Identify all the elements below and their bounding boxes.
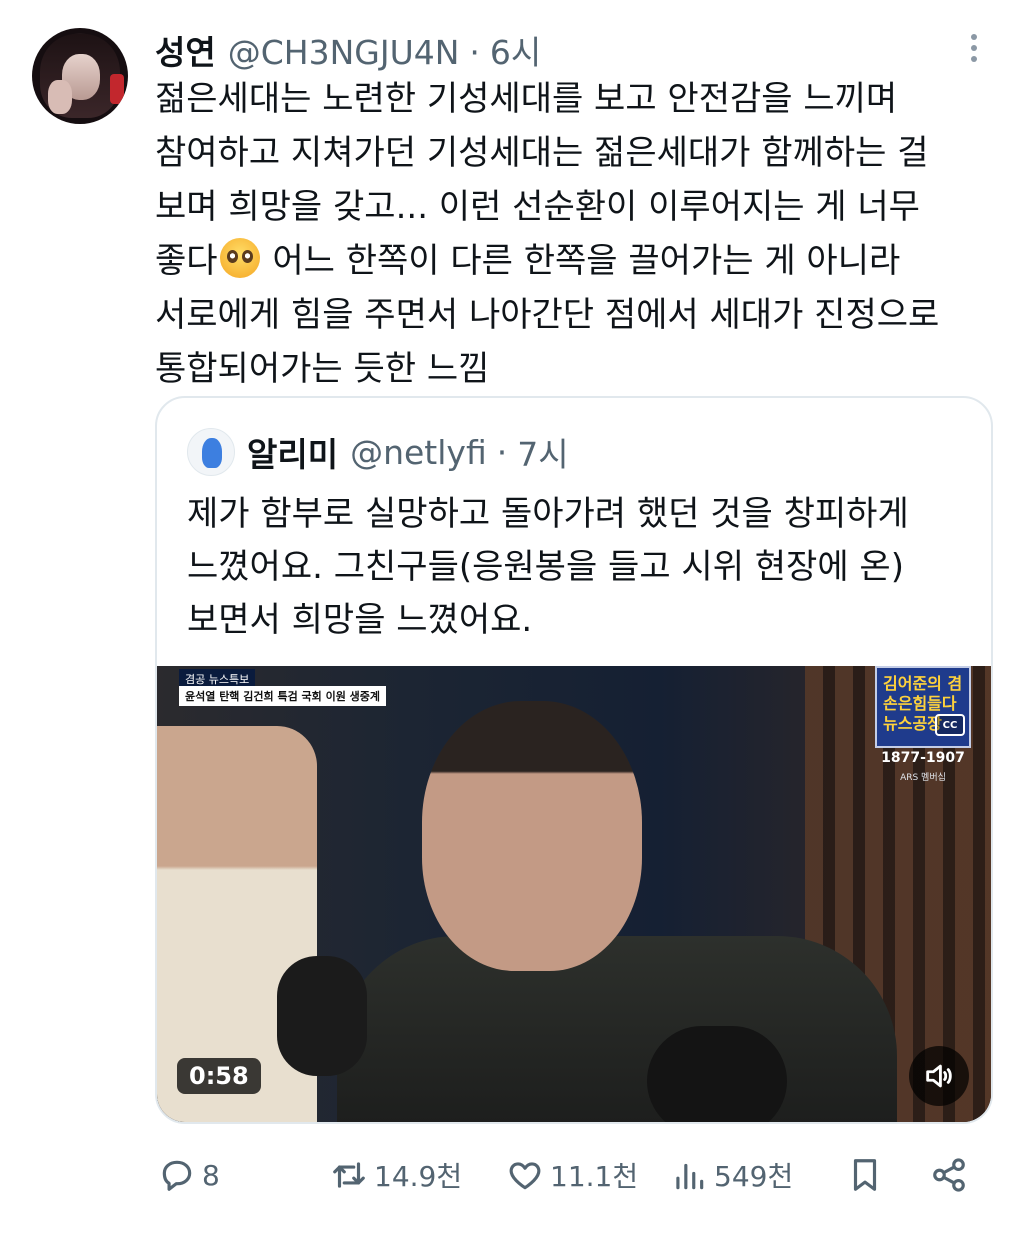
quoted-author-handle: @netlyfi bbox=[350, 432, 487, 472]
quoted-author-avatar bbox=[187, 428, 235, 476]
more-options-icon[interactable] bbox=[962, 30, 986, 66]
broadcast-subtitle: 윤석열 탄핵 김건희 특검 국회 이원 생중계 bbox=[179, 686, 387, 706]
more-dot bbox=[971, 45, 977, 51]
tweet-header: 성연 @CH3NGJU4N · 6시 bbox=[155, 26, 541, 72]
avatar-accent bbox=[110, 74, 124, 104]
pleading-face-emoji-icon bbox=[219, 238, 260, 278]
tweet-text-line-with-emoji: 좋다 어느 한쪽이 다른 한쪽을 끌어가는 게 아니라 bbox=[155, 234, 1005, 288]
video-player[interactable]: 겸공 뉴스특보 윤석열 탄핵 김건희 특검 국회 이원 생중계 김어준의 겸손은… bbox=[157, 666, 991, 1122]
tweet-text-fragment: 좋다 bbox=[155, 241, 218, 281]
like-count: 11.1천 bbox=[550, 1160, 639, 1193]
like-button[interactable]: 11.1천 bbox=[506, 1150, 638, 1200]
reply-icon bbox=[162, 1160, 192, 1191]
views-count: 549천 bbox=[714, 1160, 794, 1193]
quoted-author-display-name: 알리미 bbox=[247, 435, 339, 474]
avatar-hand bbox=[48, 80, 72, 114]
volume-button[interactable] bbox=[909, 1046, 969, 1106]
microphone bbox=[647, 1026, 787, 1122]
views-button[interactable]: 549천 bbox=[670, 1150, 793, 1200]
author-avatar[interactable] bbox=[32, 28, 128, 124]
heart-icon bbox=[509, 1162, 541, 1190]
tweet-actions: 8 14.9천 11.1천 549천 bbox=[158, 1150, 988, 1200]
microphone bbox=[277, 956, 367, 1076]
quoted-text-line: 느꼈어요. 그친구들(응원봉을 들고 시위 현장에 온) bbox=[187, 547, 904, 587]
broadcast-ars: ARS 멤버십 bbox=[900, 773, 946, 783]
quoted-tweet-card[interactable]: 알리미 @netlyfi · 7시 제가 함부로 실망하고 돌아가려 했던 것을… bbox=[155, 396, 993, 1124]
tweet-text-line: 서로에게 힘을 주면서 나아간단 점에서 세대가 진정으로 bbox=[155, 295, 940, 335]
quoted-header-separator: · bbox=[496, 432, 508, 472]
cc-icon: CC bbox=[935, 714, 965, 736]
tweet-text: 젊은세대는 노련한 기성세대를 보고 안전감을 느끼며 참여하고 지쳐가던 기성… bbox=[155, 72, 1005, 396]
retweet-icon bbox=[333, 1162, 365, 1188]
quoted-text-line: 제가 함부로 실망하고 돌아가려 했던 것을 창피하게 bbox=[187, 494, 909, 534]
tweet-text-line: 통합되어가는 듯한 느낌 bbox=[155, 349, 490, 389]
tweet-text-fragment: 어느 한쪽이 다른 한쪽을 끌어가는 게 아니라 bbox=[261, 241, 901, 281]
author-display-name[interactable]: 성연 bbox=[155, 26, 216, 74]
tweet-timestamp[interactable]: 6시 bbox=[490, 26, 541, 74]
quoted-tweet-timestamp: 7시 bbox=[517, 435, 569, 474]
video-man-head bbox=[422, 701, 642, 971]
more-dot bbox=[971, 56, 977, 62]
video-duration: 0:58 bbox=[177, 1058, 261, 1094]
author-handle[interactable]: @CH3NGJU4N bbox=[228, 33, 460, 72]
tweet-text-line: 젊은세대는 노련한 기성세대를 보고 안전감을 느끼며 bbox=[155, 79, 898, 119]
speaker-muted-icon bbox=[926, 1064, 952, 1088]
broadcast-phone: 1877-1907 bbox=[881, 750, 965, 766]
quoted-tweet-text: 제가 함부로 실망하고 돌아가려 했던 것을 창피하게 느꼈어요. 그친구들(응… bbox=[187, 488, 977, 647]
share-button[interactable] bbox=[930, 1150, 974, 1200]
quoted-tweet-header: 알리미 @netlyfi · 7시 bbox=[187, 428, 569, 476]
views-icon bbox=[676, 1163, 704, 1190]
more-dot bbox=[971, 34, 977, 40]
retweet-button[interactable]: 14.9천 bbox=[330, 1150, 462, 1200]
share-icon bbox=[933, 1158, 965, 1192]
video-man-body bbox=[337, 936, 897, 1122]
reply-button[interactable]: 8 bbox=[158, 1150, 220, 1200]
reply-count: 8 bbox=[202, 1158, 220, 1192]
bookmark-button[interactable] bbox=[846, 1150, 890, 1200]
tweet-text-line: 참여하고 지쳐가던 기성세대는 젊은세대가 함께하는 걸 bbox=[155, 133, 929, 173]
header-separator: · bbox=[469, 33, 480, 72]
bookmark-icon bbox=[853, 1159, 877, 1191]
retweet-count: 14.9천 bbox=[374, 1160, 463, 1193]
quoted-text-line: 보면서 희망을 느꼈어요. bbox=[187, 600, 533, 640]
tweet-text-line: 보며 희망을 갖고... 이런 선순환이 이루어지는 게 너무 bbox=[155, 187, 920, 227]
